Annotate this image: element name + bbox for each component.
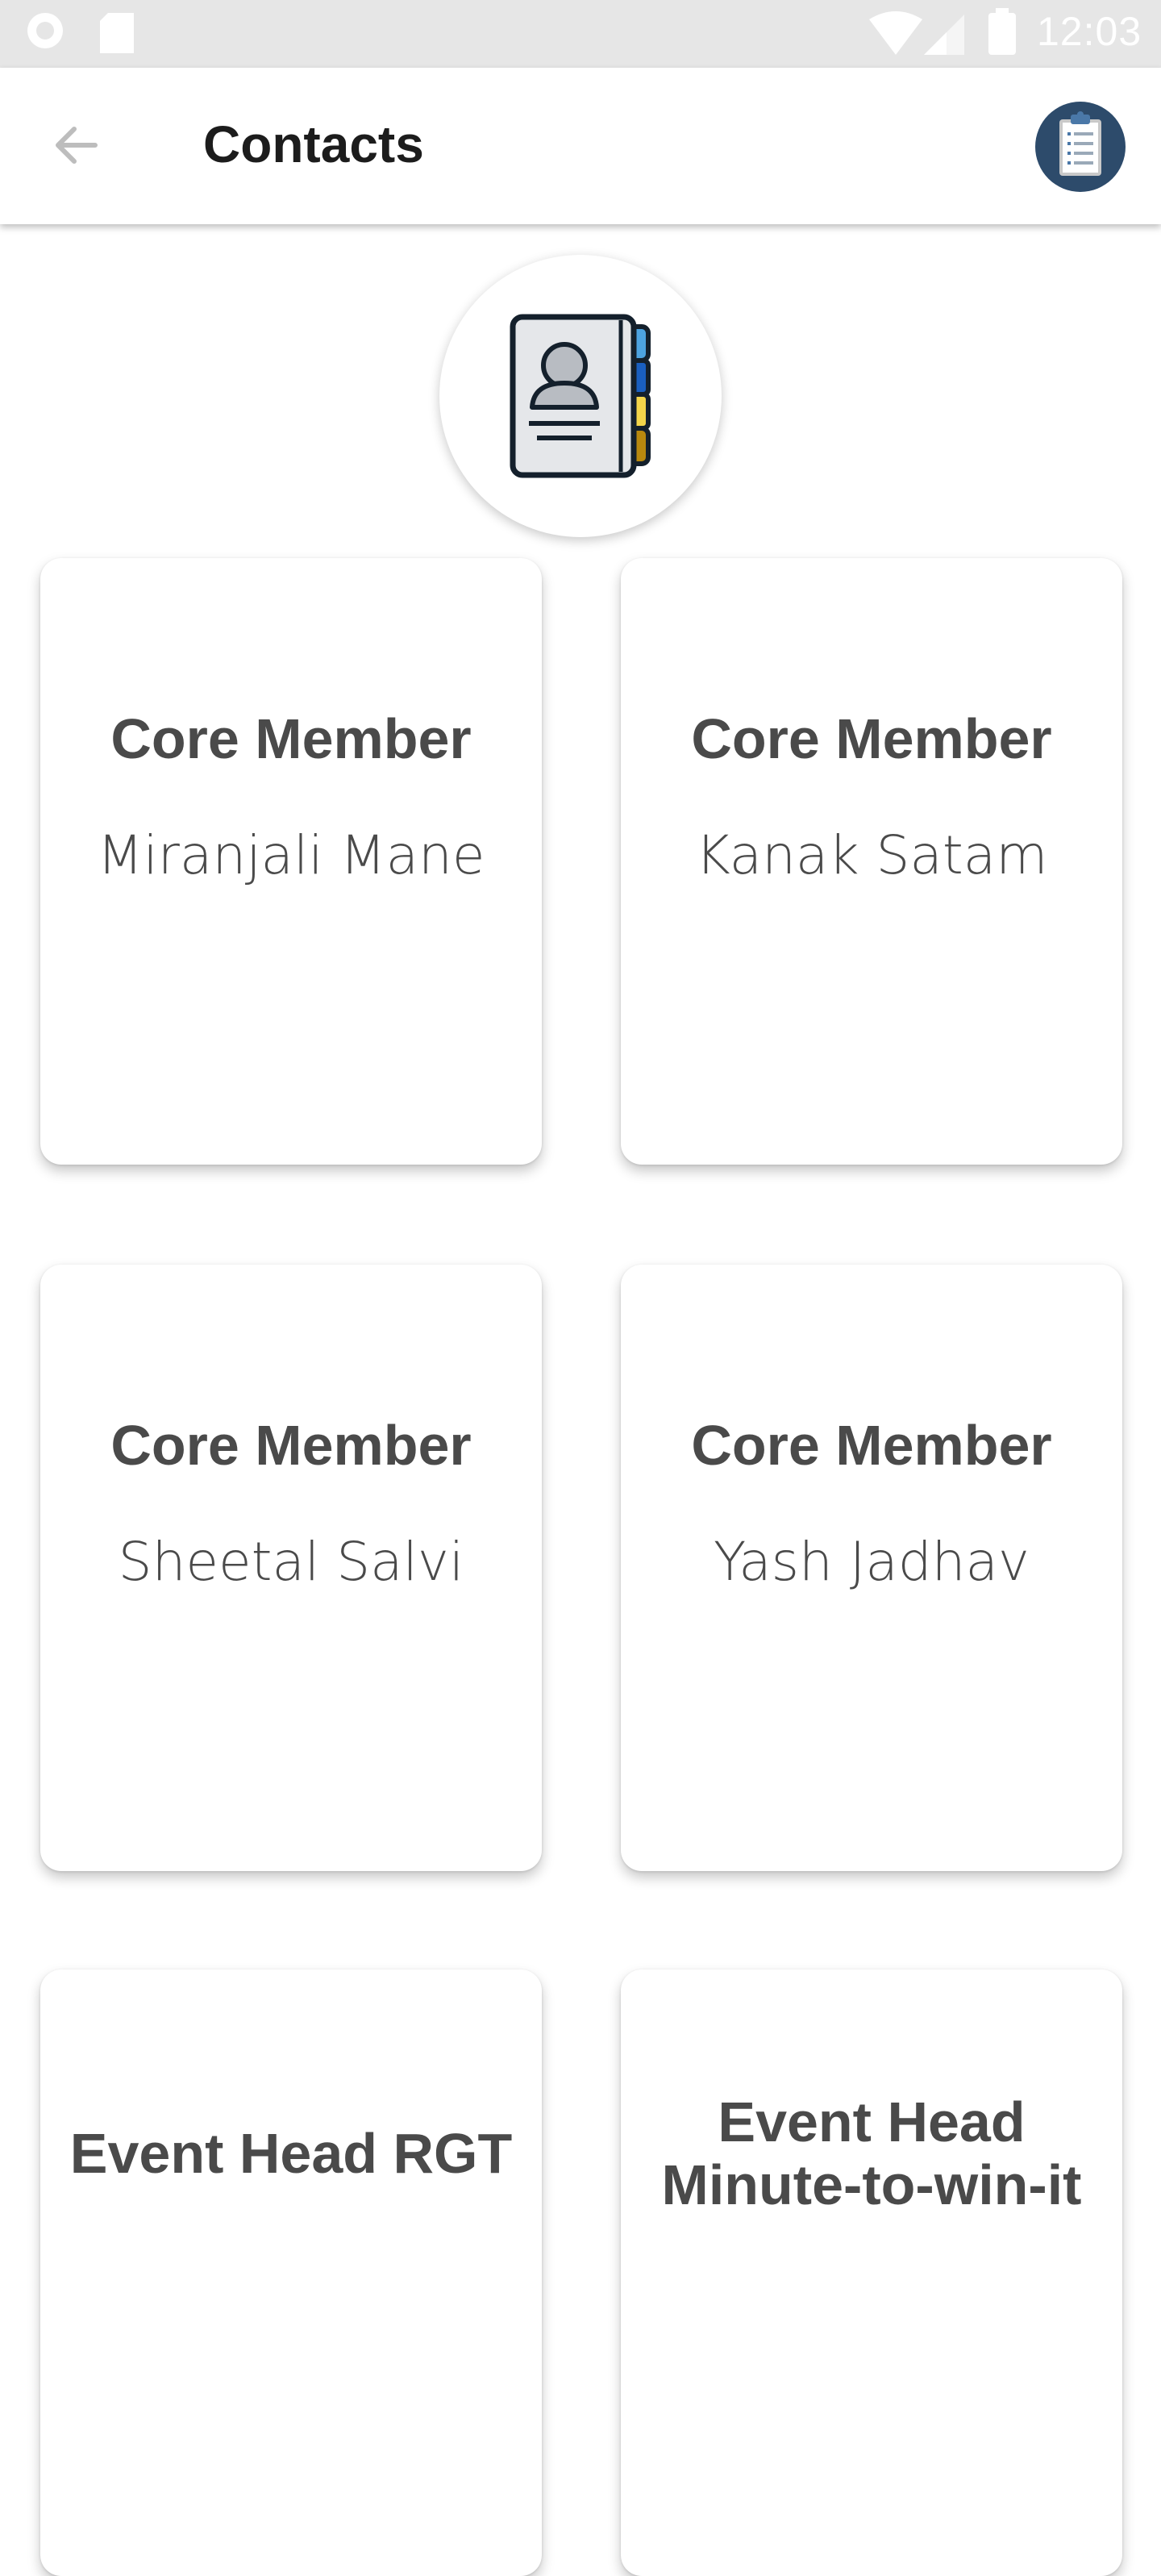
contact-book-badge bbox=[439, 255, 722, 537]
card-role: Core Member bbox=[110, 1414, 472, 1477]
page-title: Contacts bbox=[203, 115, 424, 173]
contact-card[interactable]: Core Member Miranjali Mane bbox=[40, 558, 542, 1165]
contact-card[interactable]: Event Head RGT bbox=[40, 1970, 542, 2576]
sd-card-icon bbox=[100, 13, 134, 53]
clipboard-button[interactable] bbox=[1035, 102, 1126, 192]
card-name: Kanak Satam bbox=[695, 824, 1048, 886]
card-role: Core Member bbox=[691, 1414, 1052, 1477]
notification-icon bbox=[27, 13, 63, 48]
status-bar: 12:03 bbox=[0, 0, 1161, 68]
card-name: Miranjali Mane bbox=[97, 824, 485, 886]
contact-card[interactable]: Core Member Kanak Satam bbox=[621, 558, 1122, 1165]
contact-card[interactable]: Core Member Sheetal Salvi bbox=[40, 1265, 542, 1871]
app-bar: Contacts bbox=[0, 68, 1161, 224]
back-arrow-icon[interactable] bbox=[50, 119, 102, 171]
card-role: Event Head RGT bbox=[69, 2122, 513, 2185]
battery-icon bbox=[988, 8, 1016, 55]
contact-book-icon bbox=[510, 314, 651, 478]
card-name: Yash Jadhav bbox=[713, 1531, 1030, 1593]
signal-icon bbox=[924, 15, 964, 55]
contact-card[interactable]: Event Head Minute-to-win-it bbox=[621, 1970, 1122, 2576]
wifi-icon bbox=[869, 11, 922, 55]
status-time: 12:03 bbox=[1037, 9, 1142, 54]
clipboard-icon bbox=[1059, 111, 1101, 176]
card-role: Core Member bbox=[691, 707, 1052, 770]
card-name: Sheetal Salvi bbox=[118, 1531, 464, 1593]
card-role: Event Head Minute-to-win-it bbox=[661, 2090, 1082, 2216]
contact-card[interactable]: Core Member Yash Jadhav bbox=[621, 1265, 1122, 1871]
card-role: Core Member bbox=[110, 707, 472, 770]
